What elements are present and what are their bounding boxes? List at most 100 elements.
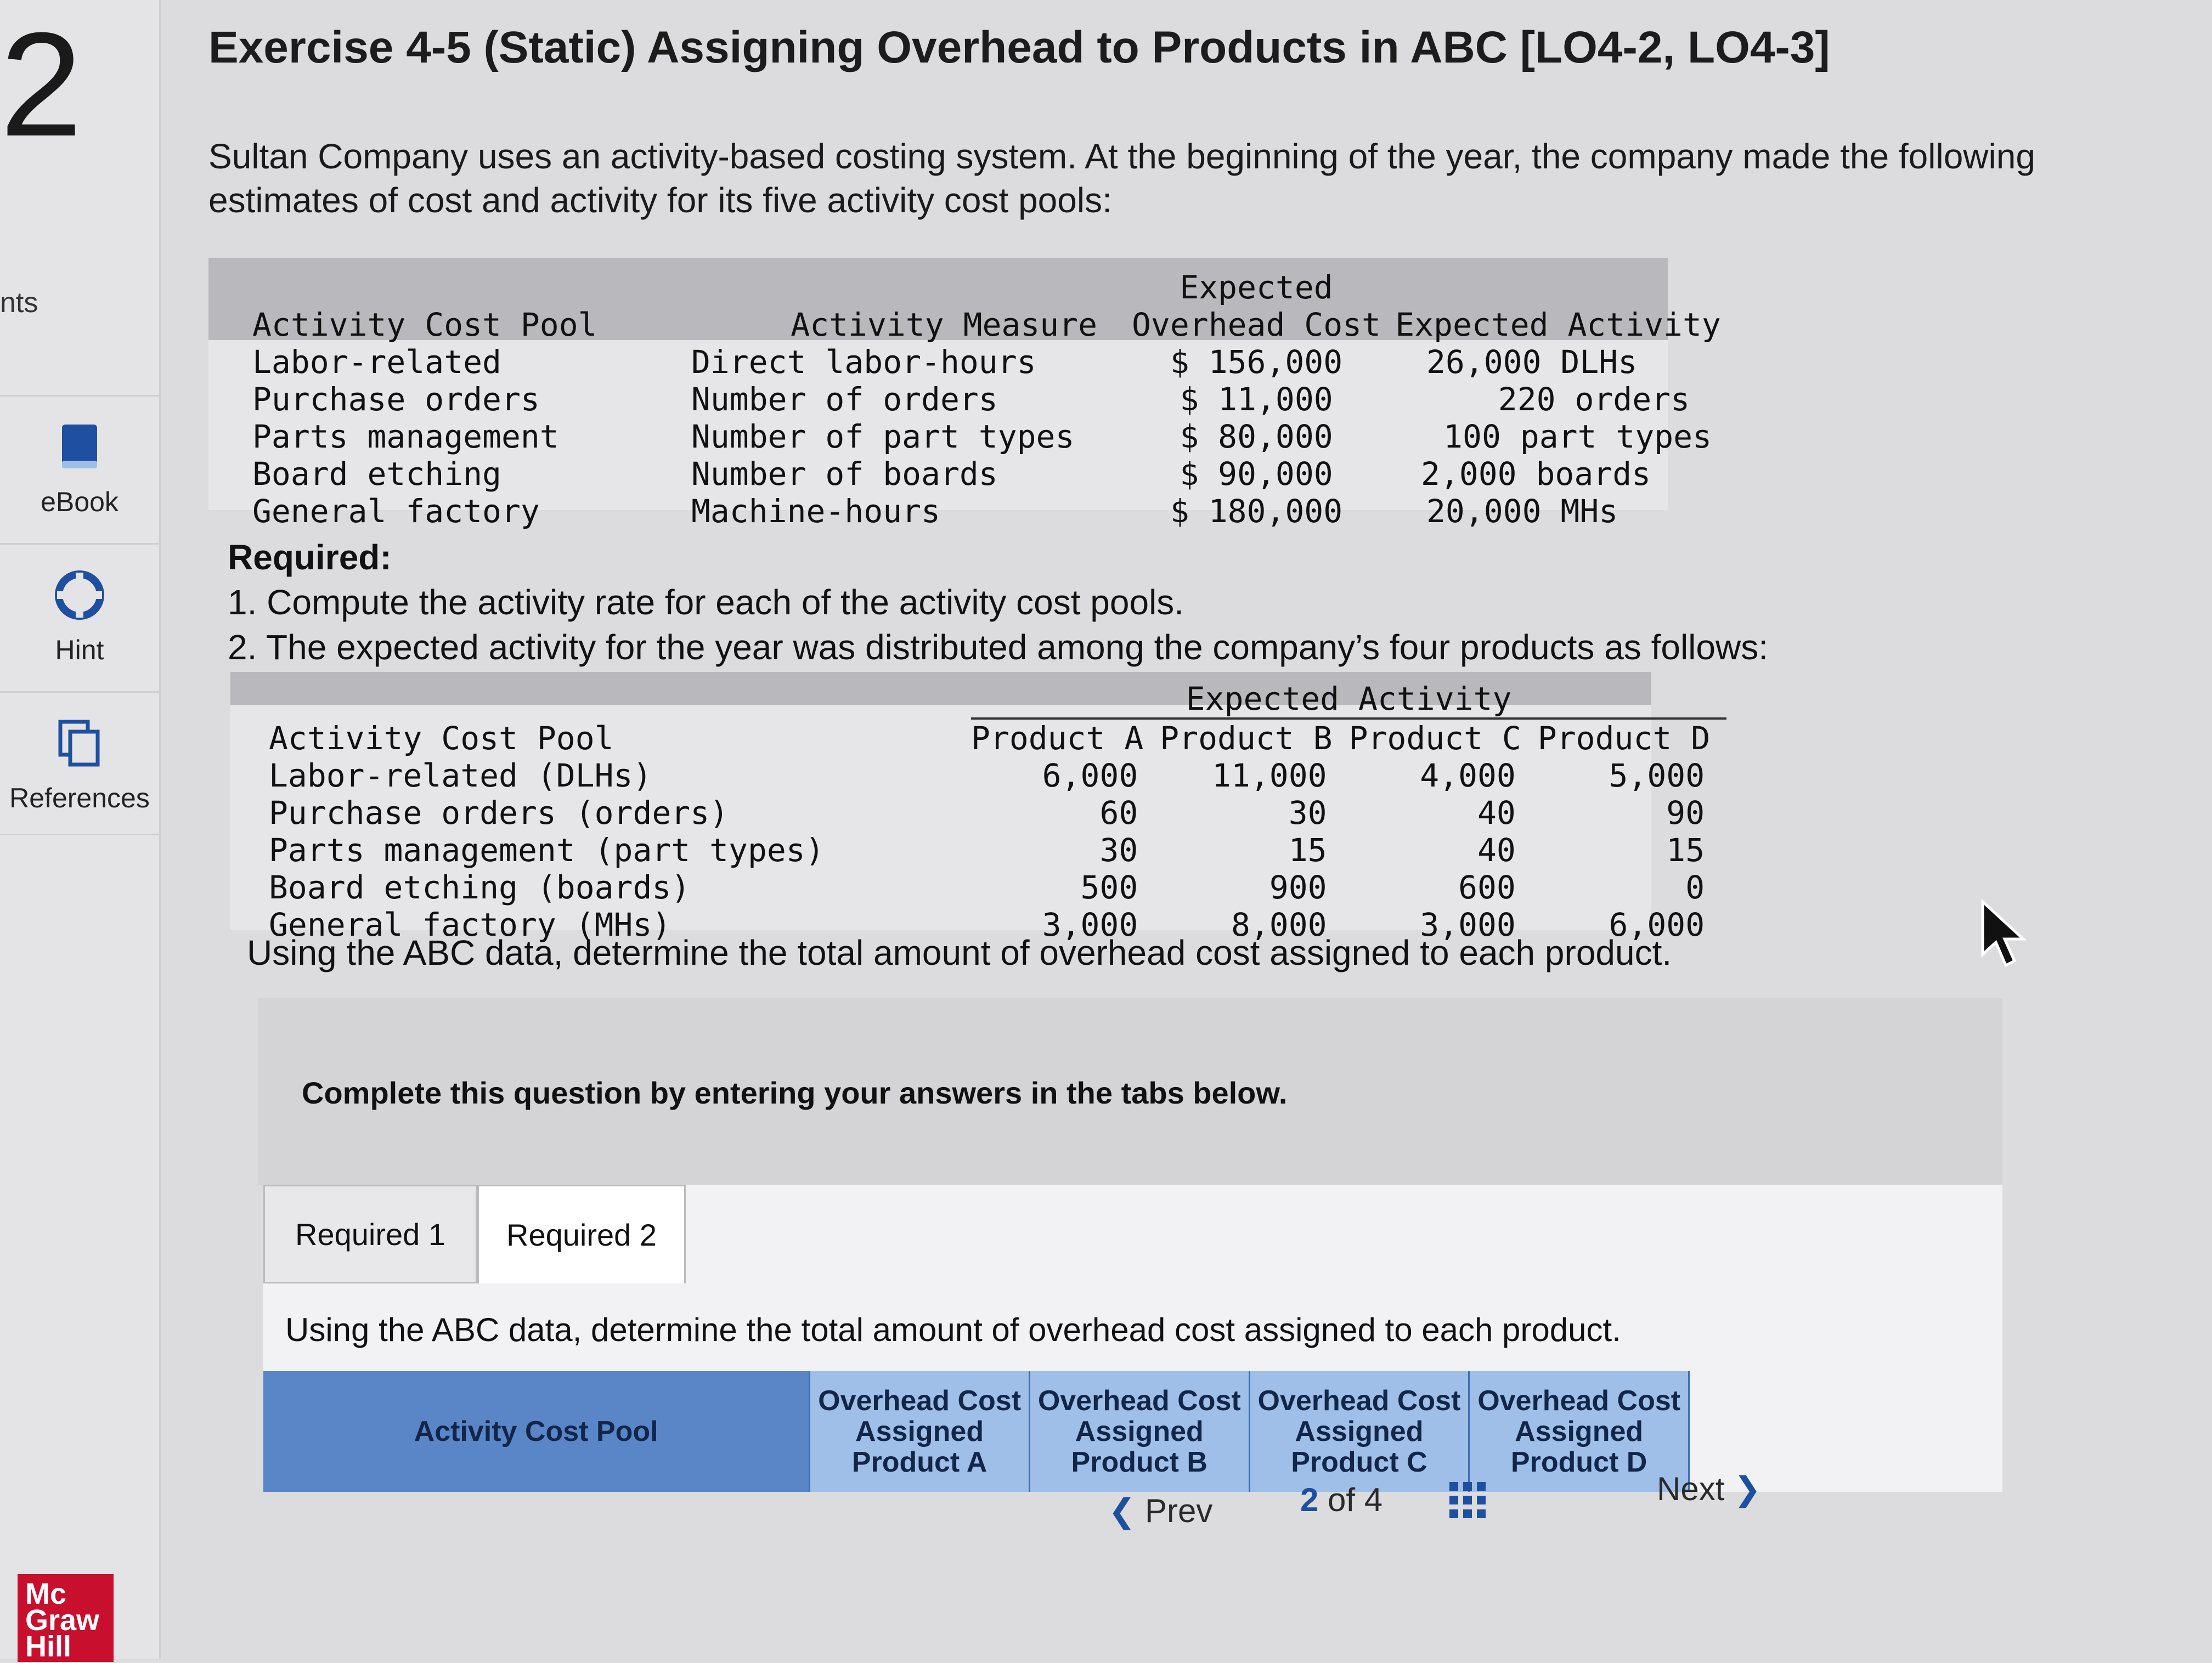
table-cell: Board etching [252, 455, 501, 493]
prev-button[interactable]: ❮ Prev [1108, 1492, 1212, 1530]
table-group-header-row: Expected Activity [269, 680, 1727, 720]
table-cell: 15 [1288, 832, 1327, 869]
cost-pool-table: Activity Cost Pool Activity Measure Expe… [252, 269, 1723, 530]
sidebar-item-references[interactable]: References [0, 719, 159, 814]
left-sidebar: 2 nts eBook Hint References Mc Graw Hill [0, 0, 161, 1662]
table-cell: 900 [1269, 869, 1327, 906]
page-indicator: 2 of 4 [1300, 1481, 1383, 1518]
main-content: Exercise 4-5 (Static) Assigning Overhead… [203, 0, 2178, 1659]
table-cell: 220 orders [1498, 381, 1690, 418]
table-row: Labor-related Direct labor-hours $ 156,0… [252, 343, 1723, 381]
table-cell: Number of part types [691, 418, 1075, 455]
table-row: Purchase orders (orders) 60 30 40 90 [269, 794, 1726, 832]
table-cell: General factory [252, 493, 540, 530]
sidebar-item-hint[interactable]: Hint [0, 570, 159, 666]
table-cell: Purchase orders (orders) [269, 794, 729, 832]
col-header: Product B [1160, 720, 1333, 757]
pagination-nav: ❮ Prev 2 of 4 Next ❯ [1108, 1459, 1931, 1541]
table-cell: 30 [1288, 794, 1327, 832]
table-cell: Machine-hours [691, 493, 940, 530]
complete-instructions: Complete this question by entering your … [302, 1076, 1288, 1110]
table-cell: Direct labor-hours [691, 343, 1036, 381]
intro-paragraph: Sultan Company uses an activity-based co… [208, 137, 2035, 220]
sidebar-divider [0, 834, 159, 835]
table-cell: 6,000 [1042, 757, 1138, 794]
answer-col-product-a: Overhead Cost Assigned Product A [810, 1371, 1030, 1492]
table-cell: 0 [1685, 869, 1705, 906]
table-cell: 600 [1458, 869, 1516, 906]
sidebar-item-label: eBook [41, 487, 119, 517]
copy-pages-icon [0, 719, 159, 774]
required-item-2: 2. The expected activity for the year wa… [228, 627, 1768, 667]
table-cell: 40 [1477, 794, 1516, 832]
table-cell: 5,000 [1609, 757, 1705, 794]
table-row: Purchase orders Number of orders $ 11,00… [252, 381, 1723, 418]
table-row: Labor-related (DLHs) 6,000 11,000 4,000 … [269, 757, 1726, 794]
table-cell: $ 80,000 [1180, 418, 1333, 455]
table-cell: Number of orders [691, 381, 998, 418]
required-item-1: 1. Compute the activity rate for each of… [228, 582, 1184, 622]
col-header: Product A [971, 720, 1144, 757]
table-cell: Purchase orders [252, 381, 540, 418]
table-row: Board etching Number of boards $ 90,000 … [252, 455, 1723, 493]
col-header: Product D [1537, 720, 1711, 757]
chevron-left-icon: ❮ [1108, 1492, 1136, 1529]
table-cell: 4,000 [1420, 757, 1516, 794]
group-header: Expected Activity [971, 680, 1727, 720]
tab-required-1[interactable]: Required 1 [263, 1185, 477, 1283]
table-cell: 20,000 MHs [1426, 493, 1618, 530]
table-header-row: Activity Cost Pool Product A Product B P… [269, 719, 1726, 757]
table-cell: 500 [1080, 869, 1138, 906]
table-cell: 26,000 DLHs [1426, 343, 1638, 381]
chevron-right-icon: ❯ [1734, 1470, 1762, 1507]
exercise-title: Exercise 4-5 (Static) Assigning Overhead… [208, 22, 1830, 72]
table-cell: 90 [1666, 794, 1705, 832]
sidebar-item-ebook[interactable]: eBook [0, 422, 159, 518]
table-cell: 15 [1666, 832, 1705, 869]
required-section: Required: 1. Compute the activity rate f… [228, 535, 1768, 670]
table-cell: 30 [1099, 832, 1138, 869]
points-label: nts [0, 287, 38, 319]
book-icon [0, 422, 159, 478]
complete-question-box: Complete this question by entering your … [258, 998, 2002, 1185]
mcgraw-hill-logo: Mc Graw Hill [18, 1574, 114, 1662]
table-row: Board etching (boards) 500 900 600 0 [269, 869, 1726, 906]
required-heading: Required: [228, 538, 392, 577]
col-header: Activity Cost Pool [269, 720, 614, 757]
answer-tabs-area: Required 1 Required 2 Using the ABC data… [263, 1185, 2002, 1492]
table-cell: Board etching (boards) [269, 869, 691, 906]
tab-required-2[interactable]: Required 2 [477, 1185, 686, 1283]
col-header: Expected Overhead Cost [1132, 269, 1381, 343]
col-header: Activity Measure [791, 306, 1097, 343]
lifebuoy-icon [0, 570, 159, 626]
col-header: Product C [1348, 720, 1521, 757]
sidebar-divider [0, 543, 159, 545]
table-cell: 40 [1477, 832, 1516, 869]
col-header: Activity Cost Pool [252, 306, 597, 343]
table-cell: $ 156,000 [1170, 343, 1343, 381]
next-button[interactable]: Next ❯ [1657, 1470, 1761, 1508]
table-cell: $ 90,000 [1180, 455, 1333, 493]
sidebar-item-label: References [9, 783, 150, 813]
table-cell: 2,000 boards [1421, 455, 1651, 493]
table-cell: $ 11,000 [1180, 381, 1333, 418]
col-header: Expected Activity [1395, 306, 1721, 343]
table-cell: Parts management [252, 418, 559, 455]
table-cell: $ 180,000 [1170, 493, 1343, 530]
mouse-cursor-icon [1980, 898, 2030, 974]
table-row: General factory Machine-hours $ 180,000 … [252, 493, 1723, 530]
table-cell: Number of boards [691, 455, 998, 493]
table-cell: Labor-related (DLHs) [269, 757, 652, 794]
table-cell: Labor-related [252, 343, 501, 381]
answer-col-activity-cost-pool: Activity Cost Pool [263, 1371, 811, 1492]
table-cell: 60 [1099, 794, 1138, 832]
table-row: Parts management (part types) 30 15 40 1… [269, 832, 1726, 869]
sidebar-divider [0, 395, 159, 397]
table-cell: 100 part types [1443, 418, 1712, 455]
instruction-text: Using the ABC data, determine the total … [247, 933, 1672, 972]
sidebar-divider [0, 691, 159, 693]
grid-icon[interactable] [1448, 1481, 1487, 1527]
tab-prompt-text: Using the ABC data, determine the total … [285, 1311, 1621, 1348]
sidebar-item-label: Hint [55, 635, 104, 665]
expected-activity-table: Expected Activity Activity Cost Pool Pro… [269, 680, 1727, 943]
